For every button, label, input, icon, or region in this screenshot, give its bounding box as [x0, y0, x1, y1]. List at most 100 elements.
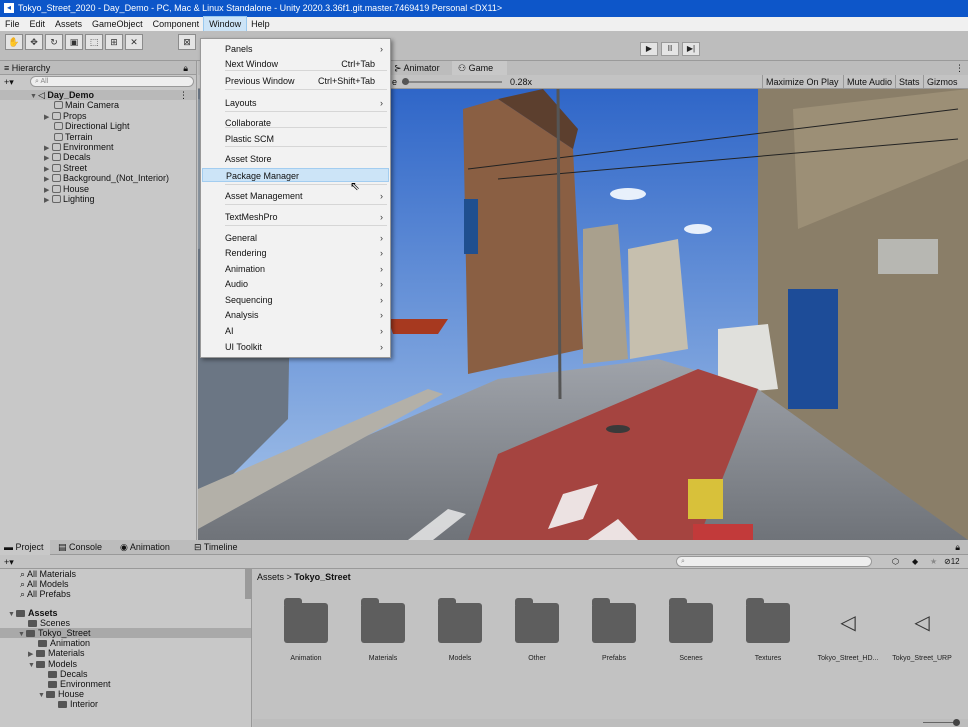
folder-item[interactable]: Scenes [0, 618, 251, 628]
tab-animator[interactable]: ⊱ Animator [394, 61, 440, 75]
window-menu-item[interactable]: AI › [202, 324, 389, 338]
favorite-item[interactable]: ⌕ All Models [0, 579, 251, 589]
window-menu-item[interactable]: Panels › [202, 42, 389, 56]
window-menu-item[interactable]: Previous Window Ctrl+Shift+Tab [202, 74, 389, 88]
tab-timeline[interactable]: ⊟ Timeline [194, 540, 238, 555]
window-menu-item[interactable]: TextMeshPro › [202, 210, 389, 224]
add-icon[interactable]: +▾ [4, 555, 14, 569]
icon-size-slider-handle[interactable] [953, 719, 960, 726]
lock-icon[interactable]: 🔒︎ [955, 540, 960, 555]
play-button[interactable]: ▶ [640, 42, 658, 56]
asset-folder[interactable]: Models [431, 598, 489, 662]
folder-item[interactable]: Decals [0, 669, 251, 679]
transform-tool-icon[interactable]: ⊞ [105, 34, 123, 50]
window-menu-item[interactable]: Sequencing › [202, 293, 389, 307]
menu-assets[interactable]: Assets [50, 17, 87, 31]
folder-item[interactable]: ▼ House [0, 689, 251, 699]
rect-tool-icon[interactable]: ⬚ [85, 34, 103, 50]
window-menu-item[interactable]: Asset Store [202, 152, 389, 166]
hidden-packages-count[interactable]: ⊘12 [944, 555, 960, 569]
maximize-on-play-toggle[interactable]: Maximize On Play [762, 75, 842, 89]
project-search-input[interactable]: ⌕ [676, 556, 872, 567]
menu-file[interactable]: File [0, 17, 25, 31]
tree-item[interactable]: ▶ Background_(Not_Interior) [0, 173, 196, 183]
tree-item[interactable]: ▶ Environment [0, 142, 196, 152]
menu-gameobject[interactable]: GameObject [87, 17, 148, 31]
window-menu-item[interactable]: Audio › [202, 277, 389, 291]
window-menu-item[interactable]: Plastic SCM [202, 132, 389, 146]
tab-animation[interactable]: ◉ Animation [120, 540, 170, 555]
window-menu-item[interactable]: Asset Management › [202, 189, 389, 203]
favorite-item[interactable]: ⌕ All Materials [0, 569, 251, 579]
window-menu-item[interactable]: Next Window Ctrl+Tab [202, 57, 389, 71]
hierarchy-search-input[interactable]: ⌕ All [30, 76, 194, 87]
window-menu-item[interactable]: General › [202, 231, 389, 245]
custom-tool-icon[interactable]: ✕ [125, 34, 143, 50]
icon-size-slider[interactable] [923, 722, 957, 723]
window-menu-item[interactable]: Rendering › [202, 246, 389, 260]
favorite-item[interactable]: ⌕ All Prefabs [0, 589, 251, 599]
folder-item-selected[interactable]: ▼ Tokyo_Street [0, 627, 251, 639]
move-tool-icon[interactable]: ✥ [25, 34, 43, 50]
tree-item[interactable]: Directional Light [0, 121, 196, 131]
tree-item[interactable]: ▶ Street [0, 163, 196, 173]
breadcrumb-current[interactable]: Tokyo_Street [294, 572, 350, 582]
pivot-toggle-icon[interactable]: ⊠ [178, 34, 196, 50]
menu-edit[interactable]: Edit [25, 17, 51, 31]
menu-item-label: Sequencing [225, 295, 273, 305]
step-button[interactable]: ▶| [682, 42, 700, 56]
filter-label-icon[interactable]: ◆ [912, 555, 918, 569]
asset-folder[interactable]: Other [508, 598, 566, 662]
mute-audio-toggle[interactable]: Mute Audio [843, 75, 895, 89]
window-menu-item[interactable]: Layouts › [202, 96, 389, 110]
breadcrumb-assets[interactable]: Assets [257, 572, 284, 582]
more-icon[interactable]: ⋮ [955, 61, 964, 75]
scale-slider[interactable] [402, 81, 502, 83]
more-icon[interactable]: ⋮ [179, 90, 188, 100]
gizmos-toggle[interactable]: Gizmos [923, 75, 961, 89]
window-menu-item[interactable]: UI Toolkit › [202, 340, 389, 354]
rotate-tool-icon[interactable]: ↻ [45, 34, 63, 50]
scrollbar-thumb[interactable] [245, 569, 251, 599]
tree-item[interactable]: Main Camera [0, 100, 196, 110]
folder-item[interactable]: Environment [0, 679, 251, 689]
folder-item[interactable]: Animation [0, 638, 251, 648]
tree-item[interactable]: ▶ Decals [0, 152, 196, 162]
asset-folder[interactable]: Scenes [662, 598, 720, 662]
stats-toggle[interactable]: Stats [895, 75, 923, 89]
asset-folder[interactable]: Textures [739, 598, 797, 662]
scale-slider-handle[interactable] [402, 78, 409, 85]
menu-window[interactable]: Window [203, 16, 248, 32]
scene-row[interactable]: ▼◁ Day_Demo ⋮ [0, 90, 196, 101]
hand-tool-icon[interactable]: ✋ [5, 34, 23, 50]
tab-console[interactable]: ▤ Console [58, 540, 102, 555]
asset-scene[interactable]: ◁ Tokyo_Street_HD... [816, 603, 880, 662]
menu-help[interactable]: Help [246, 17, 275, 31]
folder-icon [58, 701, 67, 709]
favorite-star-icon[interactable]: ★ [930, 555, 937, 569]
folder-item[interactable]: ▼ Assets [0, 608, 251, 618]
tree-item[interactable]: Terrain [0, 132, 196, 142]
window-menu-item[interactable]: Package Manager [202, 168, 389, 182]
tab-game[interactable]: ⚇ Game [452, 61, 508, 75]
tree-item[interactable]: ▶ House [0, 184, 196, 194]
menu-component[interactable]: Component [148, 17, 205, 31]
lock-icon[interactable]: 🔒︎ [183, 61, 188, 75]
folder-item[interactable]: ▼ Models [0, 659, 251, 669]
menu-item-label: General [225, 233, 258, 243]
filter-type-icon[interactable]: ⬡ [892, 555, 899, 569]
folder-item[interactable]: ▶ Materials [0, 648, 251, 658]
asset-folder[interactable]: Materials [354, 598, 412, 662]
folder-item[interactable]: Interior [0, 699, 251, 709]
pause-button[interactable]: II [661, 42, 679, 56]
window-menu-item[interactable]: Animation › [202, 262, 389, 276]
asset-folder[interactable]: Prefabs [585, 598, 643, 662]
window-menu-item[interactable]: Analysis › [202, 308, 389, 322]
scale-tool-icon[interactable]: ▣ [65, 34, 83, 50]
asset-scene[interactable]: ◁ Tokyo_Street_URP [889, 603, 955, 662]
tree-item[interactable]: ▶ Lighting [0, 194, 196, 204]
asset-folder[interactable]: Animation [277, 598, 335, 662]
add-icon[interactable]: +▾ [4, 75, 14, 89]
tree-item[interactable]: ▶ Props [0, 111, 196, 121]
tab-project[interactable]: ▬ Project [0, 540, 50, 555]
